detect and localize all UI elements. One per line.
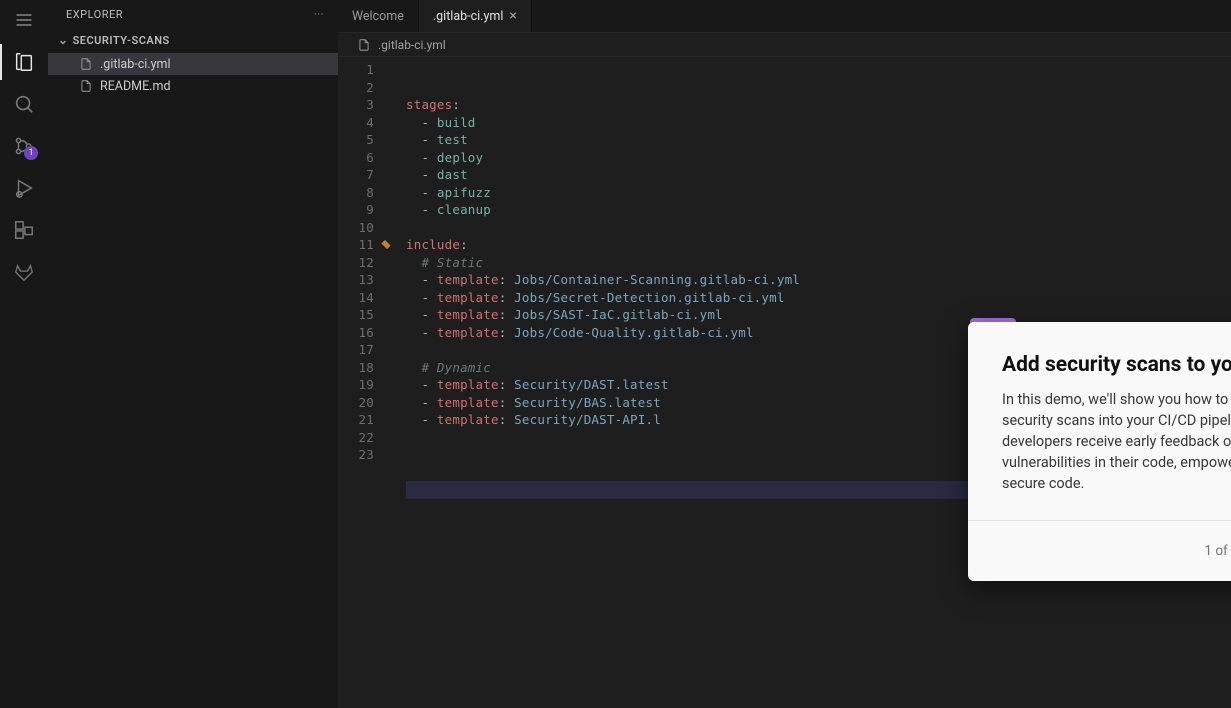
explorer-icon[interactable]	[12, 50, 36, 74]
source-control-badge: 1	[24, 146, 38, 160]
line-number: 16	[338, 324, 382, 342]
source-control-icon[interactable]: 1	[12, 134, 36, 158]
popover-body-text: In this demo, we'll show you how to seam…	[1002, 389, 1231, 494]
tab-label: .gitlab-ci.yml	[433, 9, 504, 24]
editor-tab[interactable]: Welcome	[338, 0, 419, 32]
activity-bar: 1	[0, 0, 48, 708]
code-line[interactable]: # Static	[406, 254, 1231, 272]
editor-tab[interactable]: .gitlab-ci.yml ×	[419, 0, 532, 32]
line-number: 1	[338, 61, 382, 79]
line-number: 17	[338, 341, 382, 359]
run-debug-icon[interactable]	[12, 176, 36, 200]
file-row[interactable]: .gitlab-ci.yml	[48, 53, 338, 75]
file-tree: .gitlab-ci.yml README.md	[48, 53, 338, 97]
line-number: 9	[338, 201, 382, 219]
code-line[interactable]: - deploy	[406, 149, 1231, 167]
line-number: 12	[338, 254, 382, 272]
line-number: 14	[338, 289, 382, 307]
code-line[interactable]: - test	[406, 131, 1231, 149]
folder-name: SECURITY-SCANS	[73, 34, 170, 47]
line-number: 19	[338, 376, 382, 394]
popover-title: Add security scans to your CI/CD pipelin…	[1002, 352, 1231, 379]
line-number: 6	[338, 149, 382, 167]
file-icon	[78, 56, 94, 72]
code-line[interactable]: - template: Jobs/Container-Scanning.gitl…	[406, 271, 1231, 289]
code-line[interactable]: - apifuzz	[406, 184, 1231, 202]
line-number: 7	[338, 166, 382, 184]
code-line[interactable]: include:	[406, 236, 1231, 254]
tab-label: Welcome	[352, 9, 404, 24]
gutter: 1234567891011121314151617181920212223	[338, 57, 388, 708]
file-icon	[356, 37, 372, 53]
code-line[interactable]: - build	[406, 114, 1231, 132]
line-number: 2	[338, 79, 382, 97]
line-number: 4	[338, 114, 382, 132]
search-icon[interactable]	[12, 92, 36, 116]
line-number: 20	[338, 394, 382, 412]
sidebar-header: EXPLORER ···	[48, 0, 338, 27]
line-number: 13	[338, 271, 382, 289]
app-root: 1 EXPLORER ··· ⌄ SECURITY-SCANS .gitlab-…	[0, 0, 1231, 708]
breadcrumb-file: .gitlab-ci.yml	[378, 38, 446, 52]
code-line[interactable]: - template: Jobs/Secret-Detection.gitlab…	[406, 289, 1231, 307]
line-number: 5	[338, 131, 382, 149]
code-line[interactable]: - dast	[406, 166, 1231, 184]
editor-area: Welcome.gitlab-ci.yml× .gitlab-ci.yml 12…	[338, 0, 1231, 708]
code-line[interactable]	[406, 219, 1231, 237]
line-number: 8	[338, 184, 382, 202]
code-line[interactable]: - cleanup	[406, 201, 1231, 219]
code-line[interactable]: stages:	[406, 96, 1231, 114]
line-number: 23	[338, 446, 382, 464]
code-line[interactable]: - template: Jobs/SAST-IaC.gitlab-ci.yml	[406, 306, 1231, 324]
menu-icon[interactable]	[12, 8, 36, 32]
extensions-icon[interactable]	[12, 218, 36, 242]
breadcrumb[interactable]: .gitlab-ci.yml	[338, 33, 1231, 57]
chevron-down-icon: ⌄	[58, 33, 69, 47]
editor-tabs: Welcome .gitlab-ci.yml ×	[338, 0, 1231, 33]
line-number: 21	[338, 411, 382, 429]
line-number: 3	[338, 96, 382, 114]
line-number: 22	[338, 429, 382, 447]
file-icon	[78, 78, 94, 94]
line-number: 11	[338, 236, 382, 254]
line-number: 15	[338, 306, 382, 324]
gitlab-icon[interactable]	[12, 260, 36, 284]
file-row[interactable]: README.md	[48, 75, 338, 97]
line-number: 10	[338, 219, 382, 237]
explorer-sidebar: EXPLORER ··· ⌄ SECURITY-SCANS .gitlab-ci…	[48, 0, 338, 708]
line-number: 18	[338, 359, 382, 377]
folder-section-header[interactable]: ⌄ SECURITY-SCANS	[48, 27, 338, 53]
step-indicator: 1 of 10	[1204, 543, 1231, 559]
close-icon[interactable]: ×	[509, 8, 516, 24]
tour-popover: Add security scans to your CI/CD pipelin…	[968, 322, 1231, 581]
file-name: README.md	[100, 79, 171, 94]
file-name: .gitlab-ci.yml	[100, 57, 171, 72]
sidebar-title: EXPLORER	[66, 8, 123, 21]
sidebar-more-icon[interactable]: ···	[314, 8, 324, 21]
